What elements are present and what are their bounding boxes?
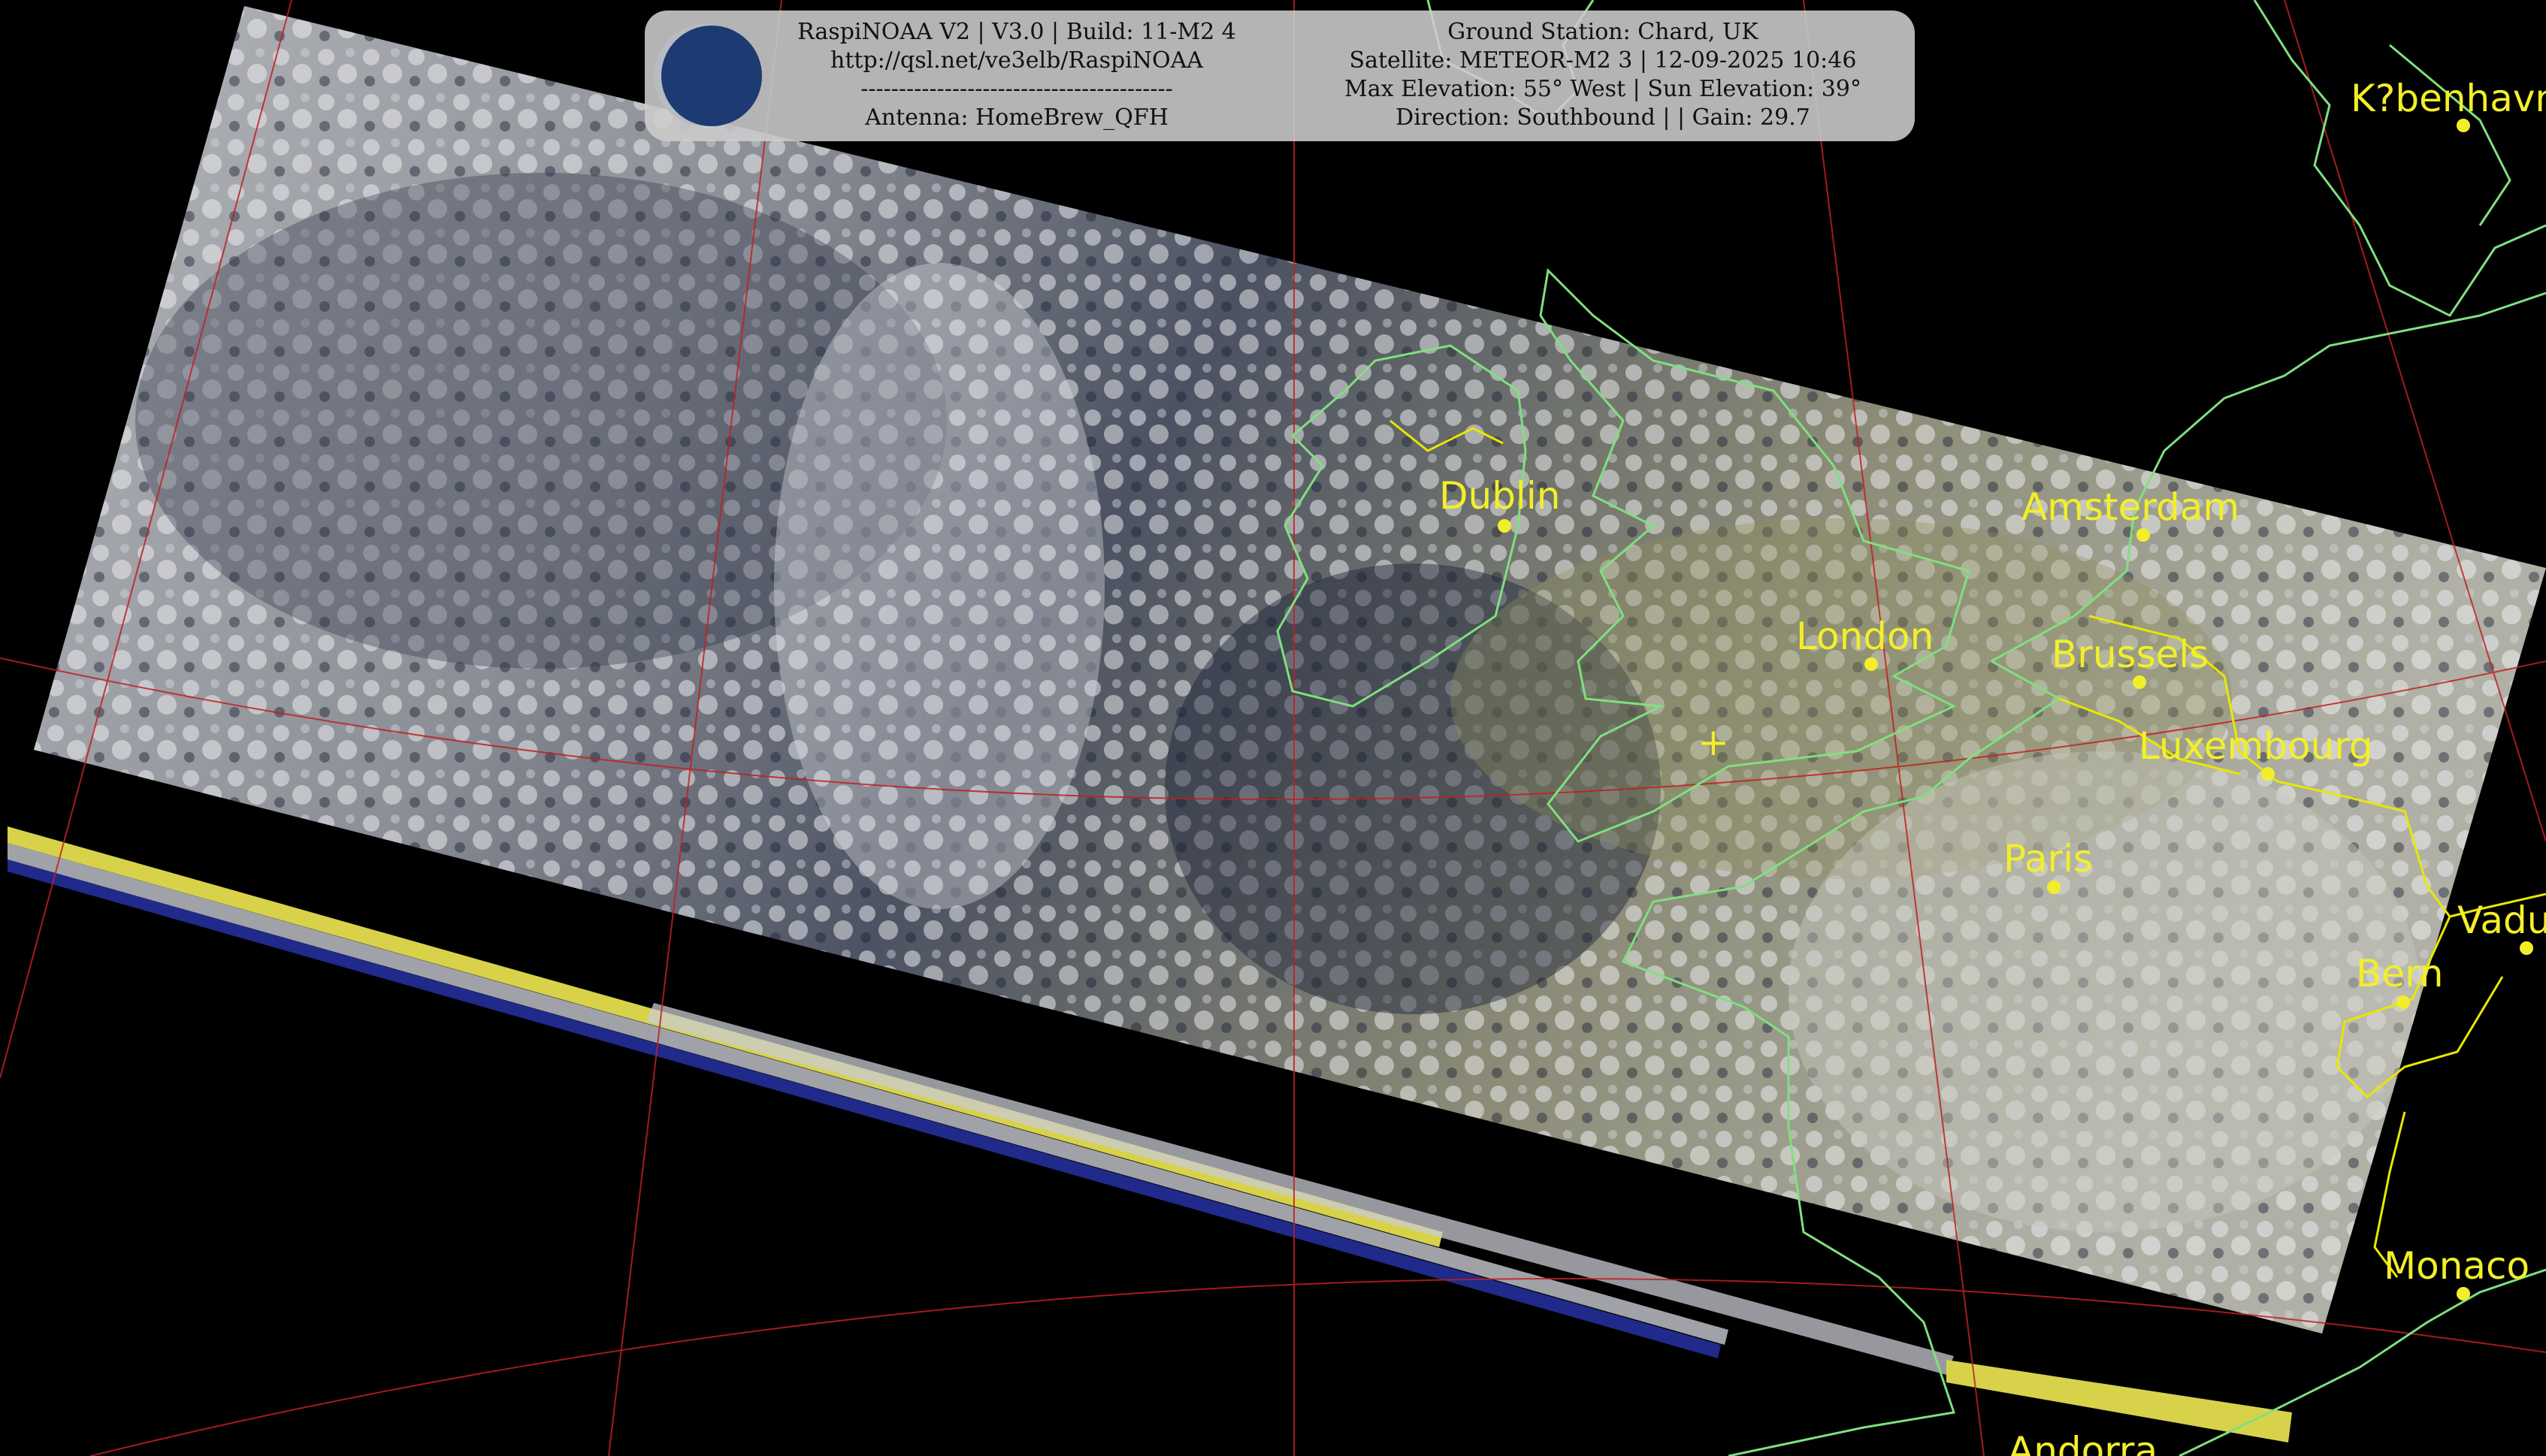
city-dot-brussels — [2133, 675, 2146, 689]
city-dot-bern — [2396, 995, 2410, 1009]
city-dot-monaco — [2457, 1287, 2470, 1300]
city-label-bern: Bern — [2356, 952, 2443, 995]
city-label-andorra: Andorra — [2008, 1429, 2157, 1456]
logo-badge — [661, 26, 762, 126]
city-dot-london — [1864, 657, 1878, 671]
city-label-monaco: Monaco — [2384, 1244, 2529, 1288]
city-dot-vaduz — [2520, 941, 2533, 955]
city-dot-dublin — [1498, 519, 1511, 533]
city-dot-amsterdam — [2136, 528, 2150, 542]
city-dot-kobenhavn — [2457, 119, 2470, 132]
separator-line: ----------------------------------------… — [860, 76, 1173, 102]
satellite-map: + K?benhavn Dublin Amsterdam London Brus… — [0, 0, 2546, 1456]
website-line: http://qsl.net/ve3elb/RaspiNOAA — [830, 47, 1203, 74]
satellite-line: Satellite: METEOR-M2 3 | 12-09-2025 10:4… — [1349, 47, 1857, 74]
city-dot-luxembourg — [2261, 767, 2275, 781]
city-label-kobenhavn: K?benhavn — [2351, 77, 2546, 120]
info-header-panel: RaspiNOAA V2 | V3.0 | Build: 11-M2 4 htt… — [645, 11, 1915, 141]
city-label-brussels: Brussels — [2052, 633, 2209, 676]
pass-details-info: Ground Station: Chard, UK Satellite: MET… — [1306, 18, 1900, 132]
city-label-vaduz: Vaduz — [2457, 899, 2546, 942]
direction-gain-line: Direction: Southbound | | Gain: 29.7 — [1395, 104, 1810, 131]
elevation-line: Max Elevation: 55° West | Sun Elevation:… — [1344, 76, 1861, 102]
city-label-paris: Paris — [2003, 837, 2093, 881]
city-label-dublin: Dublin — [1439, 474, 1560, 518]
software-version-line: RaspiNOAA V2 | V3.0 | Build: 11-M2 4 — [797, 19, 1236, 45]
station-software-info: RaspiNOAA V2 | V3.0 | Build: 11-M2 4 htt… — [780, 18, 1253, 132]
ground-station-line: Ground Station: Chard, UK — [1447, 19, 1758, 45]
city-label-amsterdam: Amsterdam — [2021, 485, 2239, 529]
city-dot-paris — [2047, 881, 2061, 894]
city-label-london: London — [1796, 615, 1934, 658]
antenna-line: Antenna: HomeBrew_QFH — [865, 104, 1169, 131]
ground-station-marker: + — [1698, 720, 1729, 764]
city-label-luxembourg: Luxembourg — [2139, 724, 2373, 768]
